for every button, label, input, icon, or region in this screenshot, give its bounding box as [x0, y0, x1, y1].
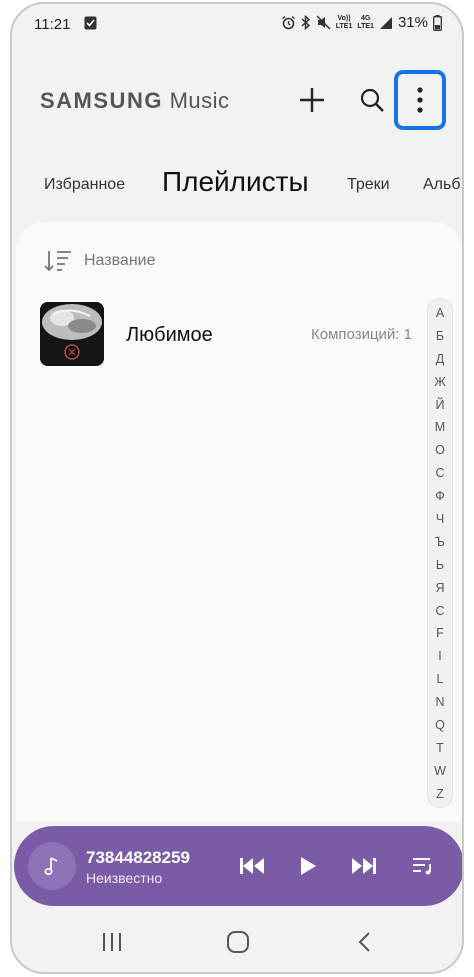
- index-letter[interactable]: Д: [428, 348, 452, 371]
- index-letter[interactable]: Q: [428, 714, 452, 737]
- index-letter[interactable]: Й: [428, 394, 452, 417]
- tab-albums[interactable]: Альб: [423, 176, 461, 194]
- network-type: 4G: [360, 14, 371, 22]
- queue-button[interactable]: [406, 848, 442, 884]
- next-icon: [352, 858, 376, 874]
- previous-button[interactable]: [234, 848, 270, 884]
- system-navigation-bar: [12, 916, 462, 968]
- playlist-cover: [40, 302, 104, 366]
- index-letter[interactable]: Z: [428, 783, 452, 806]
- music-note-icon: [44, 857, 58, 875]
- sort-icon: [44, 251, 71, 272]
- status-bar: 11:21 Vo)) LTE1 4G LTE1 31%: [12, 4, 462, 44]
- playlist-track-count: Композиций: 1: [311, 326, 412, 343]
- search-icon: [360, 88, 384, 112]
- more-options-button[interactable]: [394, 70, 446, 130]
- index-letter[interactable]: О: [428, 439, 452, 462]
- network-lte: LTE1: [357, 22, 374, 30]
- index-letter[interactable]: Б: [428, 325, 452, 348]
- bluetooth-icon: [301, 15, 310, 30]
- brand-samsung: SAMSUNG: [40, 88, 163, 113]
- index-letter[interactable]: М: [428, 416, 452, 439]
- search-button[interactable]: [348, 76, 396, 124]
- app-brand: SAMSUNG Music: [40, 88, 230, 114]
- network-indicator: 4G LTE1: [357, 15, 374, 31]
- album-art-image: [40, 302, 104, 366]
- add-button[interactable]: [288, 76, 336, 124]
- sort-control[interactable]: Название: [44, 250, 156, 272]
- alarm-icon: [281, 15, 295, 30]
- volte-bottom: LTE1: [335, 22, 353, 30]
- next-button[interactable]: [346, 848, 382, 884]
- recent-apps-icon: [103, 933, 121, 951]
- category-tabs: Избранное Плейлисты Треки Альб: [12, 162, 462, 208]
- tab-playlists[interactable]: Плейлисты: [162, 166, 309, 198]
- player-artwork[interactable]: [28, 842, 76, 890]
- battery-icon: [433, 14, 442, 31]
- more-vertical-icon: [417, 87, 423, 113]
- status-right: Vo)) LTE1 4G LTE1 31%: [281, 14, 442, 31]
- index-letter[interactable]: C: [428, 600, 452, 623]
- index-letter[interactable]: Ч: [428, 508, 452, 531]
- index-letter[interactable]: L: [428, 668, 452, 691]
- index-letter[interactable]: А: [428, 302, 452, 325]
- index-letter[interactable]: T: [428, 737, 452, 760]
- index-letter[interactable]: W: [428, 760, 452, 783]
- playlist-row[interactable]: Любимое Композиций: 1: [40, 302, 412, 368]
- queue-icon: [413, 858, 431, 875]
- recent-apps-button[interactable]: [92, 922, 132, 962]
- phone-screen: 11:21 Vo)) LTE1 4G LTE1 31% SAMSUNG Musi…: [10, 2, 464, 974]
- index-letter[interactable]: Ф: [428, 485, 452, 508]
- index-letter[interactable]: Я: [428, 577, 452, 600]
- home-button[interactable]: [218, 922, 258, 962]
- back-icon: [358, 932, 370, 952]
- status-time: 11:21: [34, 16, 71, 33]
- volte-top: Vo)): [337, 14, 351, 22]
- index-letter[interactable]: I: [428, 645, 452, 668]
- playlist-panel: Название Любимое Композиций: 1 А Б Д Ж Й…: [16, 222, 462, 822]
- index-letter[interactable]: Ь: [428, 554, 452, 577]
- back-button[interactable]: [344, 922, 384, 962]
- volte-indicator: Vo)) LTE1: [336, 15, 353, 31]
- previous-icon: [240, 858, 264, 874]
- player-artist: Неизвестно: [86, 870, 163, 886]
- index-letter[interactable]: С: [428, 462, 452, 485]
- battery-percent: 31%: [397, 14, 428, 31]
- notification-icon: [84, 16, 97, 30]
- index-letter[interactable]: Ж: [428, 371, 452, 394]
- signal-icon: [379, 16, 392, 29]
- playlist-title: Любимое: [126, 324, 213, 346]
- play-icon: [301, 857, 316, 875]
- play-button[interactable]: [290, 848, 326, 884]
- index-letter[interactable]: N: [428, 691, 452, 714]
- home-icon: [227, 931, 249, 953]
- player-track-title: 73844828259: [86, 848, 191, 867]
- plus-icon: [300, 88, 324, 112]
- mini-player[interactable]: 73844828259 Неизвестно: [14, 826, 462, 906]
- alphabet-index-scroller[interactable]: А Б Д Ж Й М О С Ф Ч Ъ Ь Я C F I L N Q T …: [427, 298, 453, 808]
- brand-music: Music: [169, 88, 230, 113]
- mute-icon: [316, 15, 331, 30]
- index-letter[interactable]: F: [428, 622, 452, 645]
- tab-favorites[interactable]: Избранное: [44, 176, 125, 194]
- tab-tracks[interactable]: Треки: [347, 176, 390, 194]
- sort-label: Название: [84, 252, 156, 269]
- index-letter[interactable]: Ъ: [428, 531, 452, 554]
